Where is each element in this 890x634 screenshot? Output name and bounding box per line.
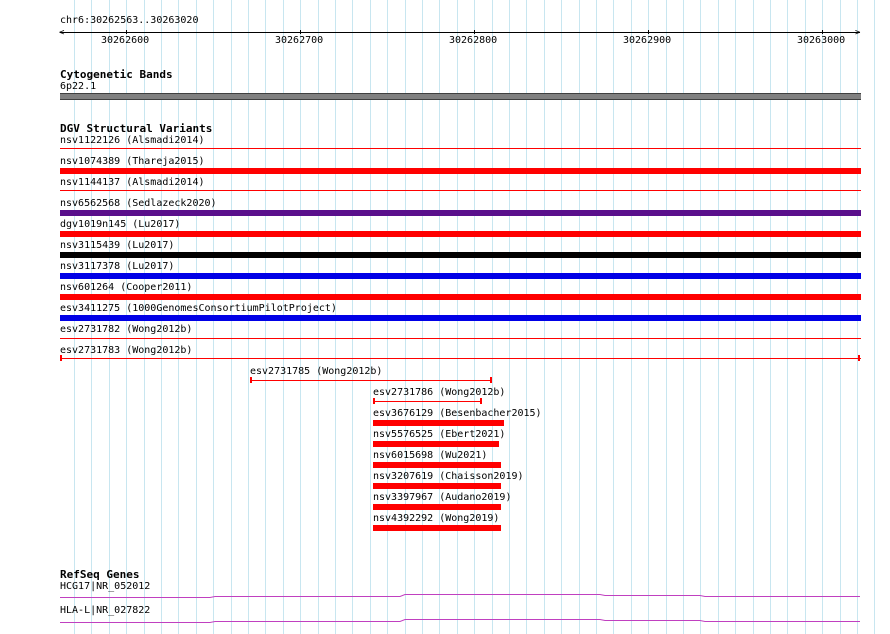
region-label: chr6:30262563..30263020 [60, 15, 199, 26]
variant-label[interactable]: nsv5576525 (Ebert2021) [373, 429, 505, 441]
variant-label[interactable]: esv2731782 (Wong2012b) [60, 324, 192, 336]
ruler-major-tick [822, 30, 823, 34]
gene-model-hla-l[interactable] [0, 614, 890, 634]
cytoband-track-title: Cytogenetic Bands [60, 68, 173, 81]
variant-label[interactable]: nsv3115439 (Lu2017) [60, 240, 174, 252]
ruler-major-tick [300, 30, 301, 34]
variant-feature[interactable] [373, 504, 501, 510]
variant-feature[interactable] [373, 525, 501, 531]
variant-label[interactable]: esv3411275 (1000GenomesConsortiumPilotPr… [60, 303, 337, 315]
variant-label[interactable]: esv2731786 (Wong2012b) [373, 387, 505, 399]
variant-label[interactable]: dgv1019n145 (Lu2017) [60, 219, 180, 231]
variant-feature[interactable] [373, 401, 482, 402]
cytoband-bar[interactable] [60, 93, 861, 100]
ruler-tick-label: 30262600 [101, 35, 150, 46]
variant-feature[interactable] [60, 358, 861, 359]
variant-label[interactable]: nsv3397967 (Audano2019) [373, 492, 511, 504]
variant-label[interactable]: nsv1074389 (Thareja2015) [60, 156, 205, 168]
variant-end-cap [60, 355, 62, 361]
variant-feature[interactable] [250, 380, 492, 381]
variant-end-cap [250, 377, 252, 383]
variant-feature[interactable] [373, 462, 501, 468]
variant-feature[interactable] [60, 168, 861, 174]
cytoband-label: 6p22.1 [60, 81, 97, 92]
ruler-major-tick [126, 30, 127, 34]
variant-end-cap [480, 398, 482, 404]
variant-end-cap [490, 377, 492, 383]
variant-label[interactable]: nsv6562568 (Sedlazeck2020) [60, 198, 217, 210]
ruler-right-arrow[interactable]: > [855, 27, 860, 39]
variant-feature[interactable] [60, 231, 861, 237]
ruler-tick-label: 30262900 [623, 35, 672, 46]
variant-feature[interactable] [60, 273, 861, 279]
ruler-major-tick [648, 30, 649, 34]
variant-end-cap [858, 355, 860, 361]
variant-feature[interactable] [60, 210, 861, 216]
ruler-major-tick [474, 30, 475, 34]
variant-label[interactable]: esv3676129 (Besenbacher2015) [373, 408, 542, 420]
variant-label[interactable]: nsv601264 (Cooper2011) [60, 282, 192, 294]
variant-feature[interactable] [60, 252, 861, 258]
variant-feature[interactable] [60, 190, 861, 191]
ruler-axis [60, 32, 860, 33]
ruler-left-arrow[interactable]: < [59, 27, 64, 39]
variant-feature[interactable] [60, 315, 861, 321]
variant-label[interactable]: esv2731783 (Wong2012b) [60, 345, 192, 357]
ruler-tick-label: 30262700 [275, 35, 324, 46]
genome-browser-view: chr6:30262563..30263020 < > 30262600 302… [0, 0, 890, 634]
variant-feature[interactable] [60, 338, 861, 339]
ruler-tick-label: 30263000 [797, 35, 846, 46]
variant-label[interactable]: nsv6015698 (Wu2021) [373, 450, 487, 462]
variant-feature[interactable] [373, 441, 499, 447]
refseq-track-title: RefSeq Genes [60, 568, 140, 581]
variant-label[interactable]: nsv1144137 (Alsmadi2014) [60, 177, 205, 189]
ruler-tick-label: 30262800 [449, 35, 498, 46]
variant-feature[interactable] [60, 294, 861, 300]
variant-feature[interactable] [60, 148, 861, 149]
variant-label[interactable]: nsv3207619 (Chaisson2019) [373, 471, 524, 483]
variant-feature[interactable] [373, 483, 501, 489]
variant-label[interactable]: nsv1122126 (Alsmadi2014) [60, 135, 205, 147]
variant-end-cap [373, 398, 375, 404]
variant-label[interactable]: nsv4392292 (Wong2019) [373, 513, 499, 525]
variant-label[interactable]: esv2731785 (Wong2012b) [250, 366, 382, 378]
grid-line [874, 0, 875, 634]
variant-label[interactable]: nsv3117378 (Lu2017) [60, 261, 174, 273]
dgv-track-title: DGV Structural Variants [60, 122, 213, 135]
variant-feature[interactable] [373, 420, 504, 426]
